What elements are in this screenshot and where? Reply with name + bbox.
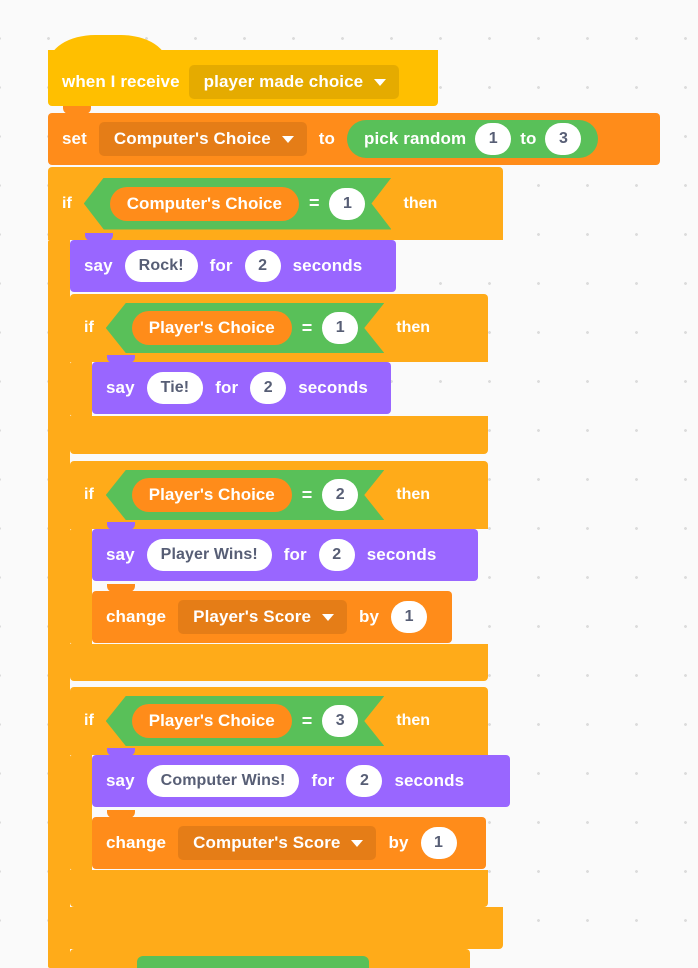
outer-if-footer [48, 907, 503, 949]
pick-random-from-input[interactable]: 1 [475, 123, 512, 155]
if-tie-header[interactable]: if Player's Choice = 1 then [70, 294, 488, 362]
change-player-score-block[interactable]: change Player's Score by 1 [92, 591, 452, 643]
set-variable-block[interactable]: set Computer's Choice to pick random 1 t… [48, 113, 660, 165]
say-rock-block[interactable]: say Rock! for 2 seconds [70, 240, 396, 292]
if-computer-wins-compare-value[interactable]: 3 [322, 705, 358, 737]
player-choice-variable[interactable]: Player's Choice [132, 311, 292, 345]
say-computer-wins-seconds-label: seconds [394, 771, 465, 790]
say-rock-for-label: for [209, 256, 233, 275]
broadcast-message-dropdown[interactable]: player made choice [188, 65, 400, 99]
say-player-wins-message-input[interactable]: Player Wins! [146, 539, 272, 571]
say-rock-seconds-label: seconds [292, 256, 363, 275]
if-tie-condition[interactable]: Player's Choice = 1 [106, 303, 384, 353]
change-player-score-label: change [106, 607, 167, 626]
say-player-wins-block[interactable]: say Player Wins! for 2 seconds [92, 529, 478, 581]
chevron-down-icon [374, 78, 387, 86]
if-tie-arm [70, 362, 92, 416]
next-condition-partial [137, 956, 369, 968]
say-computer-wins-message-input[interactable]: Computer Wins! [146, 765, 300, 797]
say-tie-label: say [106, 378, 135, 397]
computer-choice-variable[interactable]: Computer's Choice [110, 187, 299, 221]
say-computer-wins-for-label: for [311, 771, 335, 790]
if-tie-footer [70, 416, 488, 454]
change-player-score-by-label: by [359, 607, 380, 626]
player-choice-variable[interactable]: Player's Choice [132, 704, 292, 738]
chevron-down-icon [351, 839, 364, 847]
equals-operator: = [301, 484, 313, 505]
outer-if-compare-value[interactable]: 1 [329, 188, 365, 220]
if-computer-wins-condition[interactable]: Player's Choice = 3 [106, 696, 384, 746]
change-computer-score-label: change [106, 833, 167, 852]
pick-random-to-label: to [520, 129, 537, 148]
if-tie-then-label: then [396, 319, 431, 336]
if-player-wins-compare-value[interactable]: 2 [322, 479, 358, 511]
if-computer-wins-arm [70, 755, 92, 870]
say-tie-message-input[interactable]: Tie! [146, 372, 204, 404]
pick-random-label: pick random [364, 129, 467, 148]
if-computer-wins-label: if [84, 712, 94, 729]
player-choice-variable[interactable]: Player's Choice [132, 478, 292, 512]
player-score-dropdown[interactable]: Player's Score [178, 600, 348, 634]
if-tie-compare-value[interactable]: 1 [322, 312, 358, 344]
change-computer-score-amount-input[interactable]: 1 [420, 827, 457, 859]
player-score-variable-name: Player's Score [193, 607, 312, 626]
say-rock-label: say [84, 256, 113, 275]
say-tie-block[interactable]: say Tie! for 2 seconds [92, 362, 391, 414]
say-player-wins-seconds-input[interactable]: 2 [318, 539, 355, 571]
change-computer-score-by-label: by [388, 833, 409, 852]
if-player-wins-condition[interactable]: Player's Choice = 2 [106, 470, 384, 520]
say-tie-seconds-input[interactable]: 2 [250, 372, 287, 404]
if-player-wins-label: if [84, 486, 94, 503]
when-i-receive-label: when I receive [62, 72, 180, 91]
say-computer-wins-block[interactable]: say Computer Wins! for 2 seconds [92, 755, 510, 807]
if-computer-wins-then-label: then [396, 712, 431, 729]
pick-random-to-input[interactable]: 3 [545, 123, 582, 155]
say-rock-message-input[interactable]: Rock! [124, 250, 198, 282]
outer-if-then-label: then [403, 194, 438, 212]
computer-score-variable-name: Computer's Score [193, 833, 341, 852]
equals-operator: = [301, 317, 313, 338]
set-label: set [62, 129, 87, 148]
say-computer-wins-label: say [106, 771, 135, 790]
say-rock-seconds-input[interactable]: 2 [244, 250, 281, 282]
equals-operator: = [301, 710, 313, 731]
outer-if-condition[interactable]: Computer's Choice = 1 [84, 178, 392, 230]
outer-if-label: if [62, 194, 72, 212]
equals-operator: = [308, 193, 320, 213]
pick-random-block[interactable]: pick random 1 to 3 [347, 120, 599, 158]
if-player-wins-arm [70, 529, 92, 644]
chevron-down-icon [322, 613, 335, 621]
say-tie-seconds-label: seconds [298, 378, 368, 397]
broadcast-message-value: player made choice [203, 72, 364, 91]
say-tie-for-label: for [215, 378, 239, 397]
outer-if-arm [48, 240, 70, 968]
when-i-receive-block[interactable]: when I receive player made choice [48, 58, 438, 106]
set-variable-dropdown[interactable]: Computer's Choice [98, 122, 307, 156]
chevron-down-icon [281, 135, 294, 143]
if-tie-label: if [84, 319, 94, 336]
if-computer-wins-footer [70, 870, 488, 907]
say-player-wins-seconds-label: seconds [366, 545, 437, 564]
say-player-wins-for-label: for [283, 545, 307, 564]
change-computer-score-block[interactable]: change Computer's Score by 1 [92, 817, 486, 869]
computer-score-dropdown[interactable]: Computer's Score [178, 826, 377, 860]
set-variable-name: Computer's Choice [113, 129, 271, 148]
if-player-wins-footer [70, 644, 488, 681]
if-player-wins-header[interactable]: if Player's Choice = 2 then [70, 461, 488, 529]
change-player-score-amount-input[interactable]: 1 [391, 601, 428, 633]
scratch-workspace[interactable]: when I receive player made choice set Co… [0, 0, 698, 968]
say-player-wins-label: say [106, 545, 135, 564]
set-to-label: to [318, 129, 335, 148]
if-player-wins-then-label: then [396, 486, 431, 503]
if-computer-wins-header[interactable]: if Player's Choice = 3 then [70, 687, 488, 755]
say-computer-wins-seconds-input[interactable]: 2 [346, 765, 383, 797]
outer-if-header[interactable]: if Computer's Choice = 1 then [48, 167, 503, 240]
